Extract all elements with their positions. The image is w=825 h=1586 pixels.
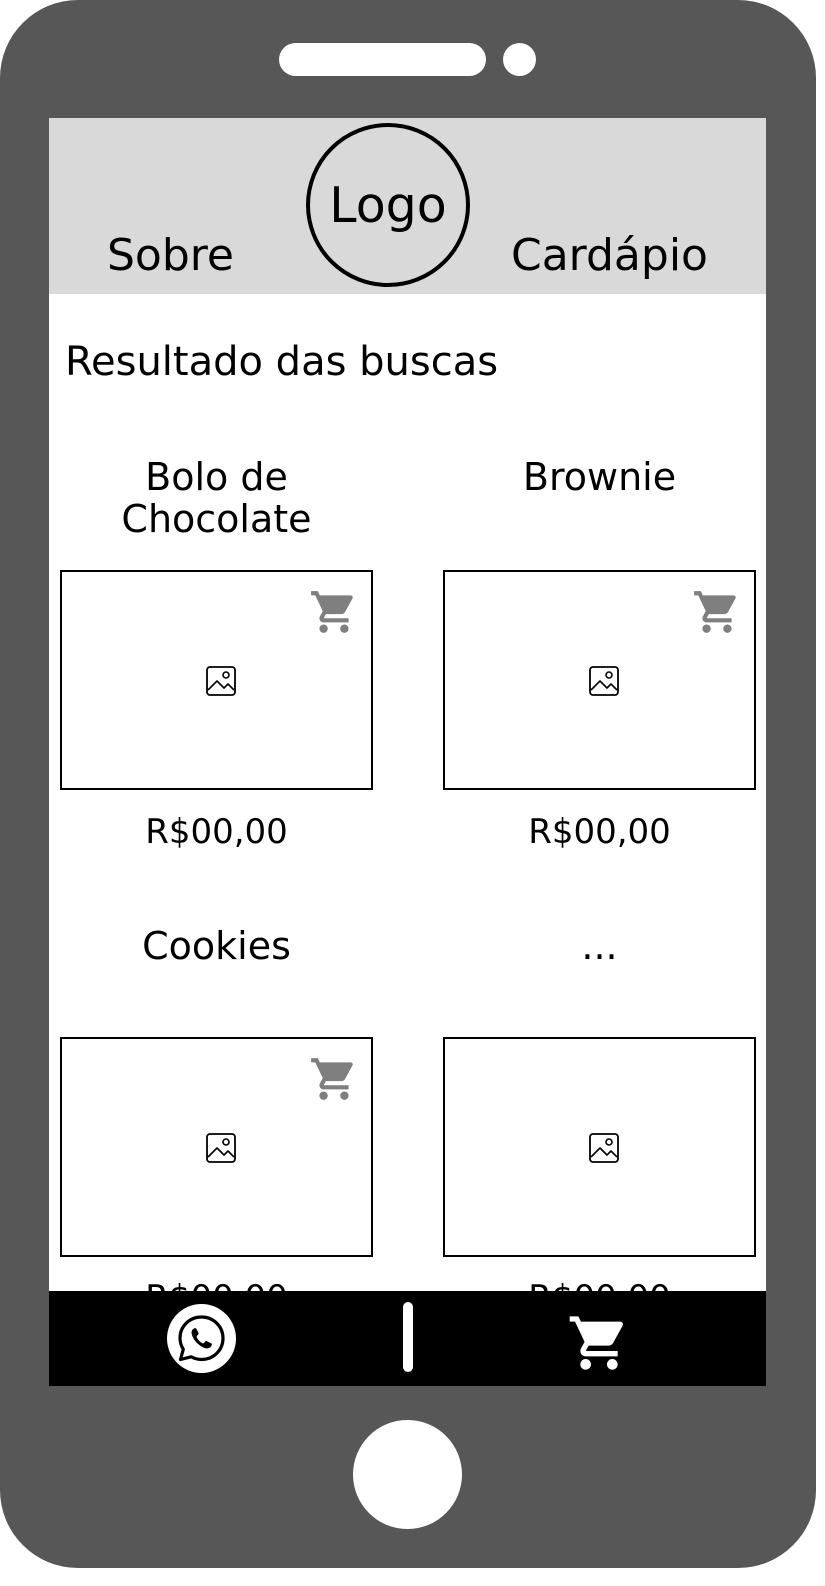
add-to-cart-icon[interactable] <box>309 587 359 637</box>
product-name: Brownie <box>522 455 677 499</box>
home-button[interactable] <box>353 1420 462 1529</box>
product-name: Cookies <box>142 924 291 968</box>
add-to-cart-icon[interactable] <box>692 587 742 637</box>
image-placeholder-icon <box>589 666 619 696</box>
page-title: Resultado das buscas <box>65 339 499 385</box>
nav-link-cardapio[interactable]: Cardápio <box>511 230 708 283</box>
header: Sobre Logo Cardápio <box>49 118 766 294</box>
product-name: Bolo de Chocolate <box>121 455 312 541</box>
product-card[interactable] <box>443 1037 756 1257</box>
logo[interactable]: Logo <box>306 123 470 287</box>
add-to-cart-icon[interactable] <box>309 1054 359 1104</box>
product-card[interactable] <box>60 1037 373 1257</box>
image-placeholder-icon <box>206 666 236 696</box>
whatsapp-icon <box>178 1315 225 1362</box>
cart-icon[interactable] <box>567 1311 631 1375</box>
image-placeholder-icon <box>589 1133 619 1163</box>
bottom-bar <box>49 1291 766 1386</box>
product-card[interactable] <box>443 570 756 790</box>
phone-frame: Sobre Logo Cardápio Resultado das buscas… <box>0 0 816 1568</box>
product-card[interactable] <box>60 570 373 790</box>
product-name: ... <box>581 924 618 968</box>
product-price: R$00,00 <box>145 812 288 852</box>
product-price: R$00,00 <box>528 812 671 852</box>
image-placeholder-icon <box>206 1133 236 1163</box>
logo-text: Logo <box>329 176 447 234</box>
nav-link-sobre[interactable]: Sobre <box>107 230 234 283</box>
phone-camera <box>503 43 536 76</box>
whatsapp-button[interactable] <box>167 1304 236 1373</box>
screen: Sobre Logo Cardápio Resultado das buscas… <box>49 118 766 1386</box>
bottom-bar-divider <box>403 1302 413 1372</box>
phone-speaker <box>279 43 486 76</box>
